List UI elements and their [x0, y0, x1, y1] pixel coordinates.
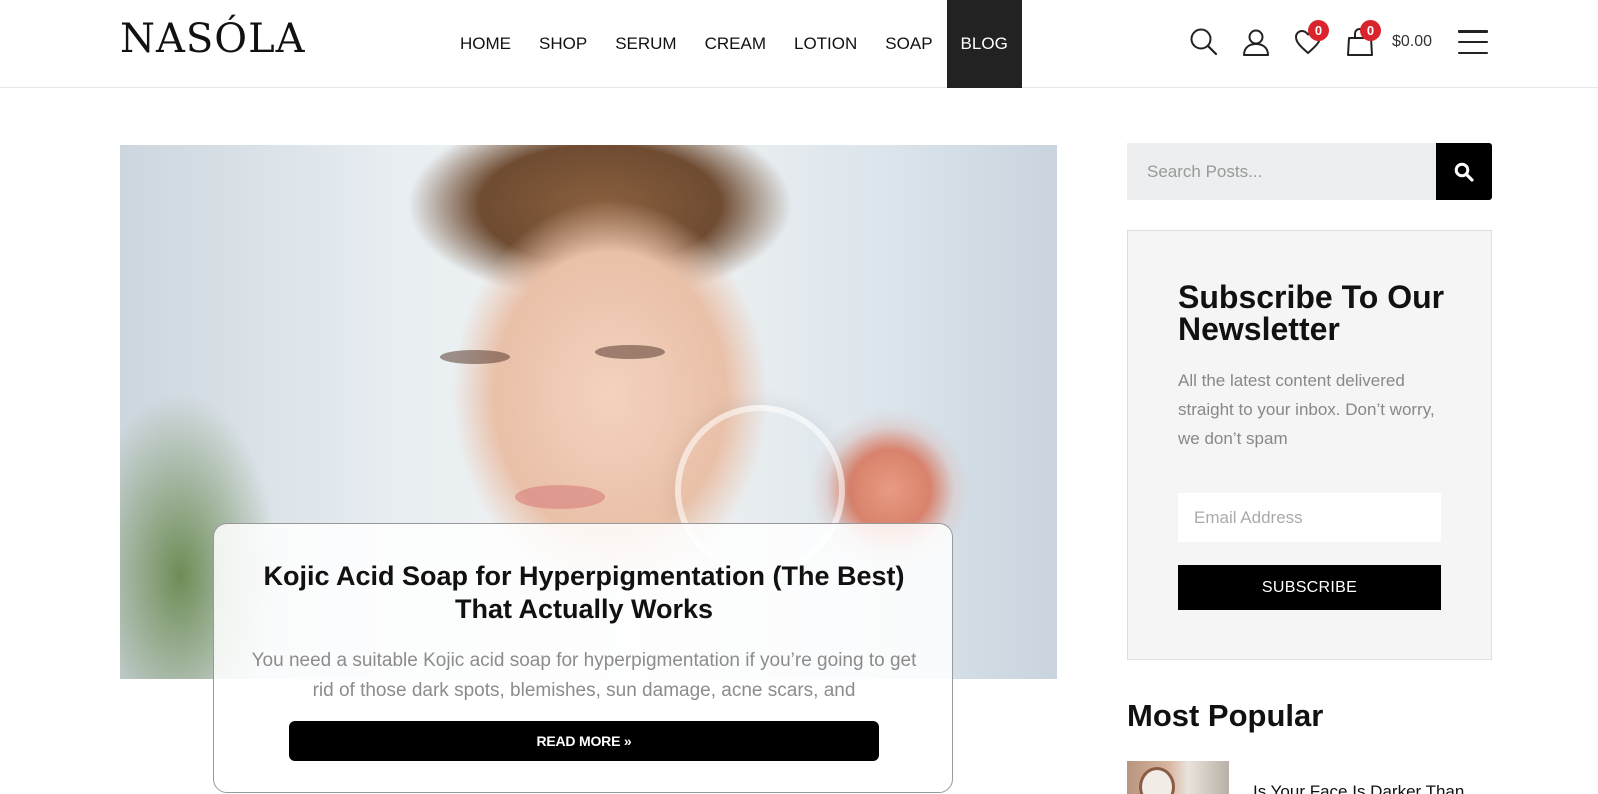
search-icon[interactable]	[1178, 22, 1230, 62]
wishlist-count-badge: 0	[1308, 20, 1329, 41]
cart-total[interactable]: $0.00	[1392, 33, 1432, 51]
search-submit-button[interactable]	[1436, 143, 1492, 200]
nav-item-serum[interactable]: SERUM	[601, 0, 690, 88]
hero-image-detail	[595, 345, 665, 359]
thumbnail-detail	[1139, 767, 1175, 794]
wishlist-button[interactable]: 0	[1282, 20, 1334, 62]
post-excerpt: You need a suitable Kojic acid soap for …	[251, 650, 917, 701]
main-nav: HOME SHOP SERUM CREAM LOTION SOAP BLOG	[446, 0, 1022, 88]
email-field[interactable]	[1178, 493, 1441, 542]
hero-image-detail	[515, 485, 605, 509]
nav-item-blog[interactable]: BLOG	[946, 0, 1022, 88]
nav-item-lotion[interactable]: LOTION	[780, 0, 871, 88]
cart-button[interactable]: 0	[1334, 20, 1386, 62]
subscribe-button[interactable]: SUBSCRIBE	[1178, 565, 1441, 610]
site-logo[interactable]: NASÓLA	[120, 16, 306, 62]
popular-post-thumbnail[interactable]	[1127, 761, 1229, 794]
cart-count-badge: 0	[1360, 20, 1381, 41]
user-icon[interactable]	[1230, 22, 1282, 62]
popular-post-link[interactable]: Is Your Face Is Darker Than	[1253, 782, 1464, 794]
post-title[interactable]: Kojic Acid Soap for Hyperpigmentation (T…	[244, 560, 924, 626]
read-more-button[interactable]: READ MORE »	[289, 721, 879, 761]
nav-item-home[interactable]: HOME	[446, 0, 525, 88]
nav-item-cream[interactable]: CREAM	[691, 0, 780, 88]
hamburger-menu-icon[interactable]	[1458, 30, 1489, 54]
hero-image-detail	[440, 350, 510, 364]
search-posts-input[interactable]	[1127, 143, 1436, 200]
most-popular-heading: Most Popular	[1127, 698, 1324, 733]
nav-item-soap[interactable]: SOAP	[871, 0, 946, 88]
header-icons: 0 0 $0.00	[1178, 20, 1489, 62]
search-icon	[1454, 162, 1474, 182]
newsletter-description: All the latest content delivered straigh…	[1178, 371, 1435, 448]
newsletter-title: Subscribe To Our Newsletter	[1178, 279, 1445, 347]
newsletter-widget: Subscribe To Our Newsletter All the late…	[1127, 230, 1492, 660]
post-search	[1127, 143, 1492, 200]
nav-item-shop[interactable]: SHOP	[525, 0, 601, 88]
featured-post-card: Kojic Acid Soap for Hyperpigmentation (T…	[213, 523, 953, 793]
site-header: NASÓLA HOME SHOP SERUM CREAM LOTION SOAP…	[0, 0, 1598, 88]
